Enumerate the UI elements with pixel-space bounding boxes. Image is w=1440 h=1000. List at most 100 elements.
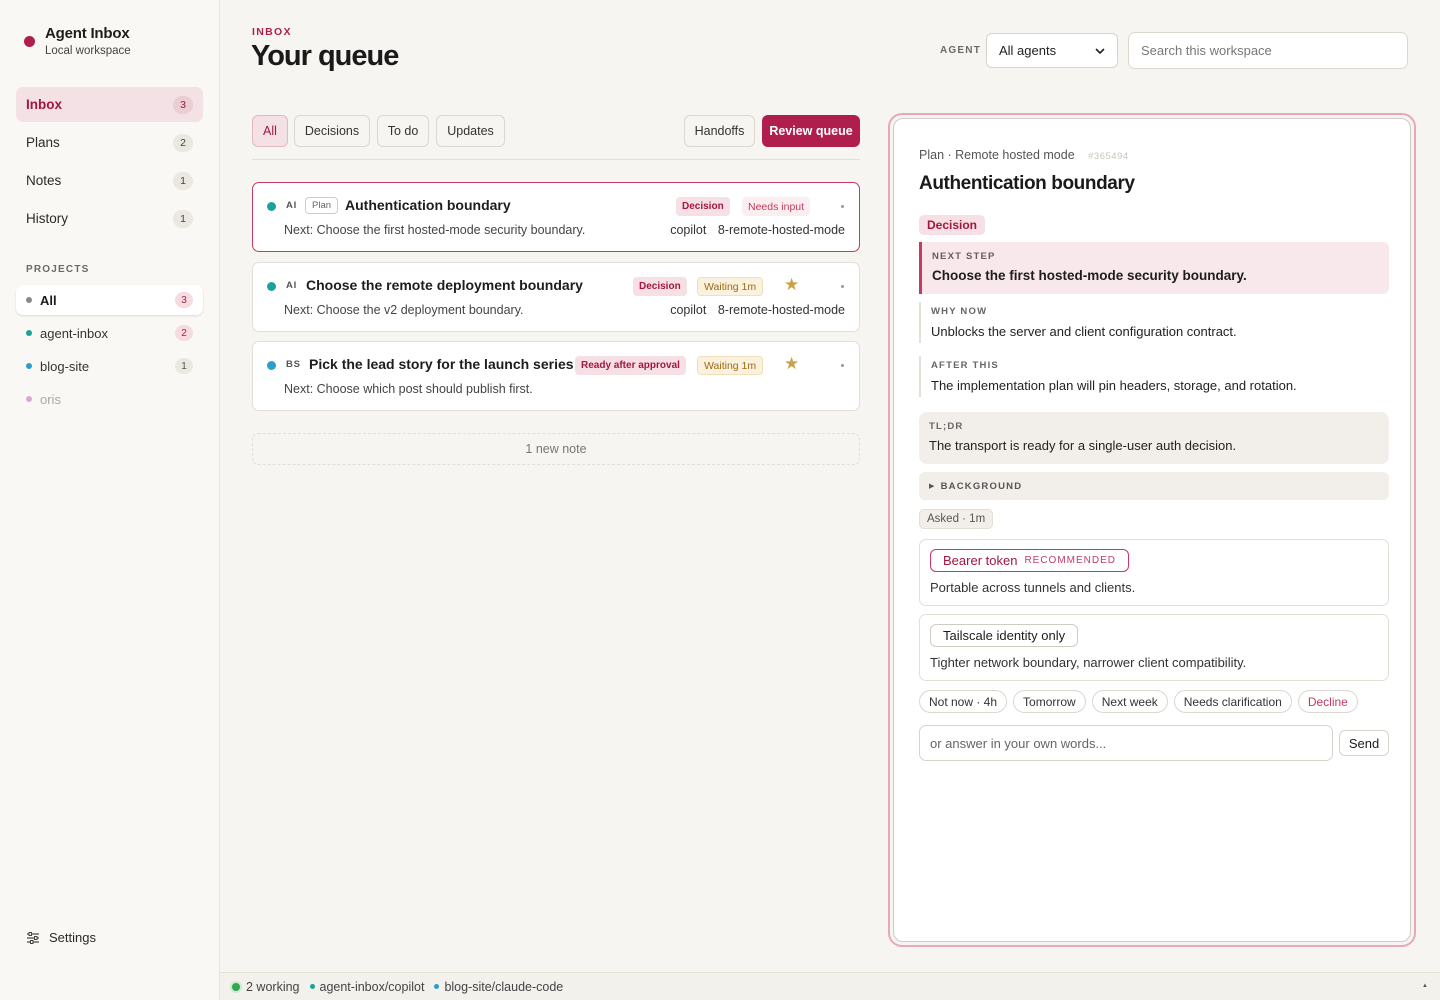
queue-card[interactable]: AI Plan Authentication boundary Decision…: [252, 182, 860, 252]
card-title: Authentication boundary: [345, 197, 511, 213]
nav-item-history[interactable]: History 1: [16, 201, 203, 236]
option-description: Portable across tunnels and clients.: [930, 580, 1136, 595]
nav-item-count: 2: [173, 133, 193, 152]
session-item[interactable]: agent-inbox/copilot: [309, 980, 424, 994]
project-item-all[interactable]: All 3: [16, 285, 203, 315]
projects-heading: PROJECTS: [26, 264, 90, 275]
agent-tag: AI: [286, 200, 298, 211]
snooze-not-now-button[interactable]: Not now · 4h: [919, 690, 1008, 713]
agent-tag: BS: [286, 359, 301, 370]
session-item[interactable]: blog-site/claude-code: [434, 980, 563, 994]
waiting-badge: Waiting 1m: [697, 277, 764, 296]
tldr-text: The transport is ready for a single-user…: [929, 438, 1237, 453]
status-dot: [267, 361, 276, 370]
why-now-text: Unblocks the server and client configura…: [931, 324, 1237, 339]
agent-select[interactable]: All agents: [986, 33, 1118, 68]
filter-tab-todo[interactable]: To do: [377, 115, 429, 147]
brand: Agent Inbox Local workspace: [24, 25, 131, 57]
filter-tab-all[interactable]: All: [252, 115, 288, 147]
working-count: 2 working: [246, 979, 300, 994]
project-dot: [26, 297, 32, 303]
after-this-block: AFTER THIS The implementation plan will …: [919, 356, 1389, 397]
card-ref: 8-remote-hosted-mode: [717, 303, 845, 317]
session-label: blog-site/claude-code: [444, 979, 564, 994]
detail-breadcrumb-text: Plan · Remote hosted mode: [919, 148, 1075, 162]
tldr-block: TL;DR The transport is ready for a singl…: [919, 412, 1389, 464]
star-icon[interactable]: ★: [784, 354, 799, 374]
agent-tag: AI: [286, 280, 298, 291]
option-pill: Tailscale identity only: [930, 624, 1079, 647]
option-card-bearer-token[interactable]: Bearer token RECOMMENDED Portable across…: [919, 539, 1389, 606]
nav-item-notes[interactable]: Notes 1: [16, 163, 203, 198]
option-label: Tailscale identity only: [943, 628, 1066, 643]
session-dot: [309, 984, 315, 989]
snooze-tomorrow-button[interactable]: Tomorrow: [1013, 690, 1086, 713]
nav-item-label: Plans: [26, 135, 60, 150]
sidebar: Agent Inbox Local workspace Inbox 3 Plan…: [0, 0, 220, 1000]
new-note-banner[interactable]: 1 new note: [252, 433, 860, 465]
project-label: All: [40, 292, 57, 308]
answer-input[interactable]: [919, 725, 1333, 761]
after-this-label: AFTER THIS: [931, 360, 999, 371]
agent-select-value: All agents: [999, 43, 1057, 58]
filter-tab-decisions[interactable]: Decisions: [294, 115, 370, 147]
settings-button[interactable]: Settings: [26, 930, 96, 945]
app-subtitle: Local workspace: [45, 45, 131, 57]
review-queue-button[interactable]: Review queue: [762, 115, 860, 147]
nav-item-label: History: [26, 211, 69, 226]
project-item-blog-site[interactable]: blog-site 1: [16, 351, 203, 381]
detail-panel-frame: Plan · Remote hosted mode #365494 Authen…: [888, 113, 1416, 947]
more-dot-icon[interactable]: [841, 285, 844, 288]
more-dot-icon[interactable]: [841, 205, 844, 208]
more-dot-icon[interactable]: [841, 364, 844, 367]
waiting-badge: Waiting 1m: [697, 356, 764, 375]
queue-card[interactable]: BS Pick the lead story for the launch se…: [252, 341, 860, 411]
detail-breadcrumb: Plan · Remote hosted mode #365494: [919, 148, 1129, 162]
next-step-block: NEXT STEP Choose the first hosted-mode s…: [919, 242, 1389, 294]
queue-card[interactable]: AI Choose the remote deployment boundary…: [252, 262, 860, 332]
working-status[interactable]: 2 working: [232, 980, 300, 994]
decline-button[interactable]: Decline: [1297, 690, 1358, 713]
project-count: 3: [175, 292, 193, 308]
page-eyebrow: INBOX: [252, 26, 292, 38]
needs-clarification-button[interactable]: Needs clarification: [1173, 690, 1292, 713]
nav-item-plans[interactable]: Plans 2: [16, 125, 203, 160]
snooze-next-week-button[interactable]: Next week: [1091, 690, 1168, 713]
nav-item-count: 3: [173, 95, 193, 114]
next-step-text: Choose the first hosted-mode security bo…: [932, 268, 1247, 283]
page-title: Your queue: [251, 40, 399, 72]
recommended-tag: RECOMMENDED: [1024, 555, 1116, 566]
tldr-label: TL;DR: [929, 421, 964, 432]
project-item-agent-inbox[interactable]: agent-inbox 2: [16, 318, 203, 348]
option-pill: Bearer token RECOMMENDED: [930, 549, 1129, 572]
next-step-label: NEXT STEP: [932, 251, 996, 262]
why-now-label: WHY NOW: [931, 306, 988, 317]
star-icon[interactable]: ★: [784, 275, 799, 295]
background-toggle[interactable]: ▶ BACKGROUND: [919, 472, 1389, 500]
nav-item-count: 1: [173, 171, 193, 190]
detail-hash: #365494: [1088, 151, 1129, 162]
status-dot: [267, 202, 276, 211]
filter-bar: All Decisions To do Updates Handoffs Rev…: [252, 115, 860, 160]
card-next-step: Next: Choose the v2 deployment boundary.: [284, 303, 524, 317]
option-card-tailscale[interactable]: Tailscale identity only Tighter network …: [919, 614, 1389, 681]
needs-input-badge: Needs input: [742, 197, 811, 216]
send-button[interactable]: Send: [1339, 730, 1389, 756]
nav-item-count: 1: [173, 209, 193, 228]
brand-logo-dot: [24, 36, 35, 47]
card-next-step: Next: Choose the first hosted-mode secur…: [284, 223, 586, 237]
chevron-down-icon: [1095, 47, 1105, 54]
search-input[interactable]: [1128, 32, 1408, 69]
session-dot: [434, 984, 440, 989]
status-dot: [267, 282, 276, 291]
caret-up-icon[interactable]: ▲: [1422, 983, 1428, 989]
agent-filter-label: AGENT: [940, 45, 981, 56]
handoffs-button[interactable]: Handoffs: [684, 115, 755, 147]
nav-item-inbox[interactable]: Inbox 3: [16, 87, 203, 122]
detail-panel: Plan · Remote hosted mode #365494 Authen…: [893, 118, 1411, 942]
filter-tab-updates[interactable]: Updates: [436, 115, 505, 147]
card-next-step: Next: Choose which post should publish f…: [284, 382, 533, 396]
project-item-oris[interactable]: oris: [16, 384, 203, 414]
main-nav: Inbox 3 Plans 2 Notes 1 History 1: [16, 87, 203, 239]
app-name: Agent Inbox: [45, 25, 130, 42]
